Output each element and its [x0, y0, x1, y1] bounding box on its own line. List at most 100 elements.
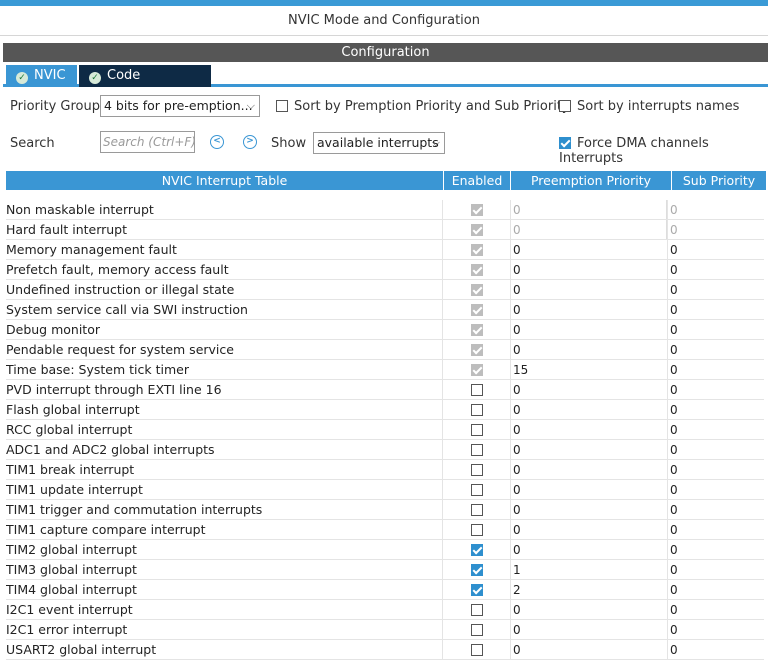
preemption-priority-cell[interactable]: 0: [511, 340, 667, 360]
sort-premption-checkbox[interactable]: [276, 99, 288, 112]
preemption-priority-cell[interactable]: 0: [511, 380, 667, 400]
table-row[interactable]: System service call via SWI instruction 0…: [0, 300, 768, 320]
sub-priority-cell[interactable]: 0: [668, 560, 764, 580]
sub-priority-cell[interactable]: 0: [668, 260, 764, 280]
preemption-priority-cell[interactable]: 0: [511, 280, 667, 300]
preemption-priority-cell[interactable]: 0: [511, 500, 667, 520]
sub-priority-cell[interactable]: 0: [668, 420, 764, 440]
preemption-priority-cell[interactable]: 0: [511, 240, 667, 260]
priority-group-select[interactable]: 4 bits for pre-emption... ⌵: [100, 95, 260, 117]
table-row[interactable]: TIM4 global interrupt 2 0: [0, 580, 768, 600]
table-row[interactable]: TIM1 break interrupt 0 0: [0, 460, 768, 480]
sub-priority-cell[interactable]: 0: [668, 240, 764, 260]
preemption-priority-cell[interactable]: 0: [511, 480, 667, 500]
preemption-priority-cell[interactable]: 0: [511, 620, 667, 640]
column-divider: [442, 540, 443, 560]
preemption-priority-cell[interactable]: 0: [511, 420, 667, 440]
column-header-interrupt[interactable]: NVIC Interrupt Table: [6, 171, 444, 190]
table-row[interactable]: TIM1 capture compare interrupt 0 0: [0, 520, 768, 540]
enabled-checkbox[interactable]: [471, 563, 483, 576]
tab-nvic[interactable]: ✓ NVIC: [6, 65, 77, 87]
column-header-sub-priority[interactable]: Sub Priority: [672, 171, 766, 190]
enabled-checkbox[interactable]: [471, 463, 483, 476]
preemption-priority-cell[interactable]: 0: [511, 520, 667, 540]
table-row[interactable]: Flash global interrupt 0 0: [0, 400, 768, 420]
sub-priority-cell[interactable]: 0: [668, 300, 764, 320]
tab-code-generation[interactable]: ✓Code generation: [79, 65, 211, 105]
force-dma-checkbox[interactable]: [559, 136, 571, 149]
enabled-checkbox[interactable]: [471, 523, 483, 536]
table-row[interactable]: Debug monitor 0 0: [0, 320, 768, 340]
column-header-enabled[interactable]: Enabled: [444, 171, 511, 190]
table-row[interactable]: Pendable request for system service 0 0: [0, 340, 768, 360]
enabled-checkbox[interactable]: [471, 583, 483, 596]
enabled-checkbox[interactable]: [471, 423, 483, 436]
sub-priority-cell[interactable]: 0: [668, 320, 764, 340]
sub-priority-cell[interactable]: 0: [668, 380, 764, 400]
interrupt-name: Debug monitor: [6, 322, 100, 337]
table-row[interactable]: USART2 global interrupt 0 0: [0, 640, 768, 660]
enabled-checkbox[interactable]: [471, 503, 483, 516]
force-dma-option[interactable]: Force DMA channels Interrupts: [559, 136, 768, 166]
sort-premption-option[interactable]: Sort by Premption Priority and Sub Prior…: [276, 99, 570, 114]
table-row[interactable]: Undefined instruction or illegal state 0 0: [0, 280, 768, 300]
sub-priority-cell[interactable]: 0: [668, 340, 764, 360]
sort-names-checkbox[interactable]: [559, 99, 571, 112]
enabled-cell: [444, 580, 510, 600]
table-row[interactable]: RCC global interrupt 0 0: [0, 420, 768, 440]
column-header-preemption[interactable]: Preemption Priority: [511, 171, 672, 190]
sub-priority-cell[interactable]: 0: [668, 480, 764, 500]
preemption-priority-cell[interactable]: 0: [511, 260, 667, 280]
table-row[interactable]: Hard fault interrupt 0 0: [0, 220, 768, 240]
sub-priority-cell[interactable]: 0: [668, 460, 764, 480]
sub-priority-cell[interactable]: 0: [668, 500, 764, 520]
preemption-priority-cell[interactable]: 0: [511, 300, 667, 320]
search-input[interactable]: [100, 131, 195, 153]
table-row[interactable]: TIM1 trigger and commutation interrupts 0…: [0, 500, 768, 520]
enabled-cell: [444, 300, 510, 320]
preemption-priority-cell[interactable]: 0: [511, 440, 667, 460]
table-row[interactable]: TIM1 update interrupt 0 0: [0, 480, 768, 500]
preemption-priority-cell[interactable]: 0: [511, 320, 667, 340]
table-row[interactable]: Memory management fault 0 0: [0, 240, 768, 260]
preemption-priority-cell[interactable]: 0: [511, 400, 667, 420]
table-row[interactable]: PVD interrupt through EXTI line 16 0 0: [0, 380, 768, 400]
sub-priority-cell[interactable]: 0: [668, 520, 764, 540]
table-row[interactable]: I2C1 event interrupt 0 0: [0, 600, 768, 620]
enabled-checkbox[interactable]: [471, 603, 483, 616]
preemption-priority-cell[interactable]: 0: [511, 600, 667, 620]
preemption-priority-cell[interactable]: 0: [511, 540, 667, 560]
preemption-priority-cell[interactable]: 1: [511, 560, 667, 580]
sub-priority-cell[interactable]: 0: [668, 280, 764, 300]
sub-priority-cell[interactable]: 0: [668, 440, 764, 460]
sub-priority-cell[interactable]: 0: [668, 600, 764, 620]
table-row[interactable]: I2C1 error interrupt 0 0: [0, 620, 768, 640]
preemption-priority-cell[interactable]: 2: [511, 580, 667, 600]
show-select[interactable]: available interrupts ⌵: [313, 132, 445, 154]
enabled-checkbox[interactable]: [471, 443, 483, 456]
enabled-checkbox[interactable]: [471, 403, 483, 416]
chevron-right-circle-icon[interactable]: >: [243, 135, 257, 149]
sub-priority-cell[interactable]: 0: [668, 400, 764, 420]
sub-priority-cell[interactable]: 0: [668, 640, 764, 660]
preemption-priority-cell[interactable]: 0: [511, 640, 667, 660]
chevron-left-circle-icon[interactable]: <: [210, 135, 224, 149]
sub-priority-cell[interactable]: 0: [668, 580, 764, 600]
table-row[interactable]: TIM3 global interrupt 1 0: [0, 560, 768, 580]
sort-names-option[interactable]: Sort by interrupts names: [559, 99, 739, 114]
table-row[interactable]: ADC1 and ADC2 global interrupts 0 0: [0, 440, 768, 460]
table-row[interactable]: Prefetch fault, memory access fault 0 0: [0, 260, 768, 280]
preemption-priority-cell[interactable]: 15: [511, 360, 667, 380]
enabled-checkbox[interactable]: [471, 483, 483, 496]
table-row[interactable]: TIM2 global interrupt 0 0: [0, 540, 768, 560]
enabled-checkbox[interactable]: [471, 643, 483, 656]
sub-priority-cell[interactable]: 0: [668, 620, 764, 640]
table-row[interactable]: Non maskable interrupt 0 0: [0, 200, 768, 220]
table-row[interactable]: Time base: System tick timer 15 0: [0, 360, 768, 380]
enabled-checkbox[interactable]: [471, 543, 483, 556]
sub-priority-cell[interactable]: 0: [668, 540, 764, 560]
preemption-priority-cell[interactable]: 0: [511, 460, 667, 480]
enabled-checkbox[interactable]: [471, 383, 483, 396]
sub-priority-cell[interactable]: 0: [668, 360, 764, 380]
enabled-checkbox[interactable]: [471, 623, 483, 636]
